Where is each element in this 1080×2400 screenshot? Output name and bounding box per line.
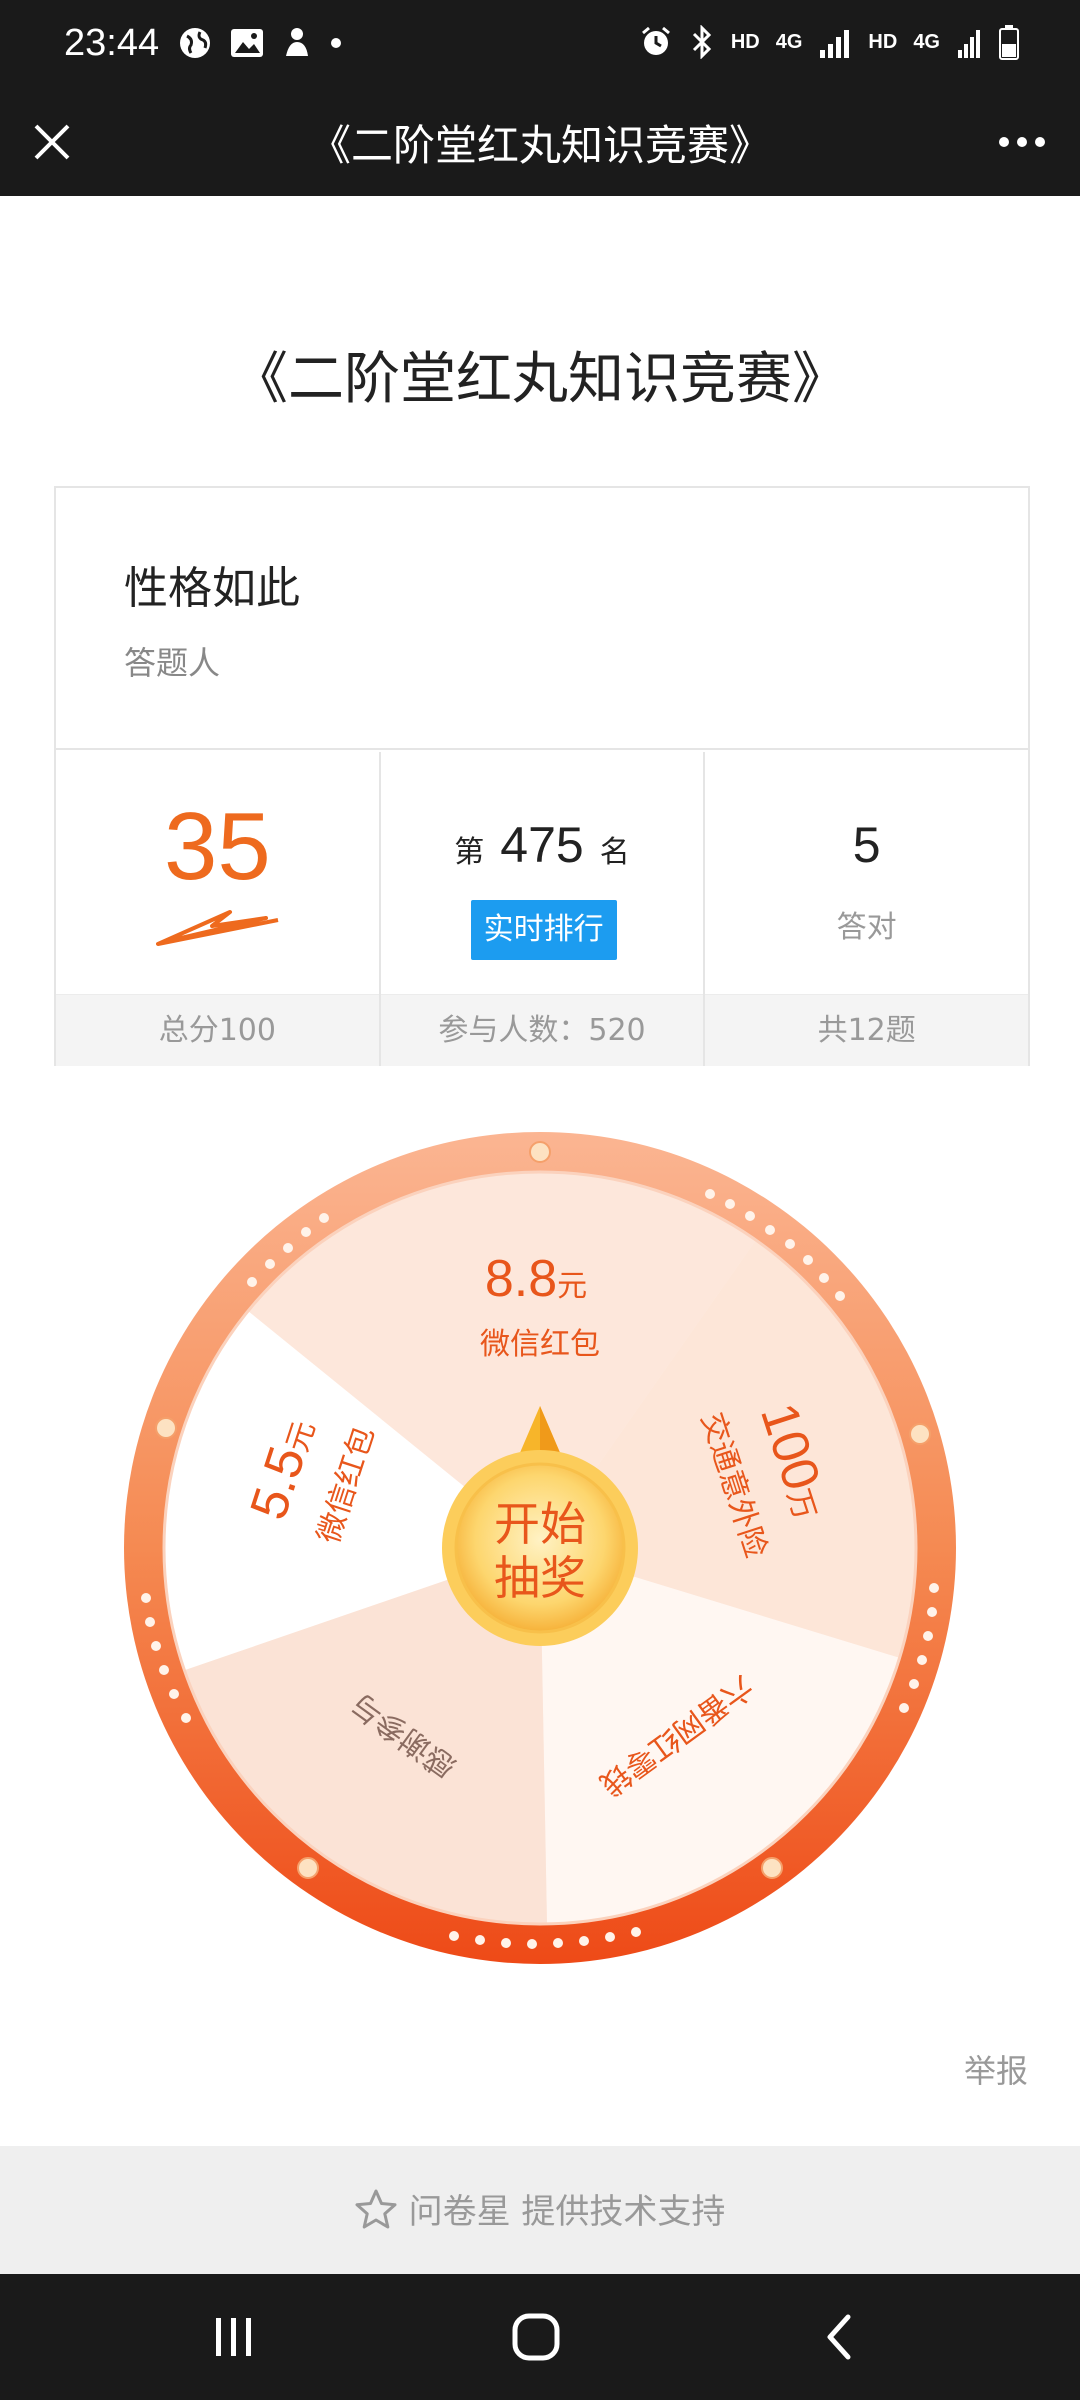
correct-label: 答对 — [836, 910, 897, 945]
recents-button[interactable] — [194, 2304, 274, 2370]
status-left-icons — [178, 26, 342, 60]
rank-prefix: 第 — [454, 835, 485, 870]
page-title: 《二阶堂红丸知识竞赛》 — [308, 121, 771, 170]
recents-icon — [216, 2318, 251, 2356]
home-icon — [512, 2313, 560, 2361]
signal-icon — [958, 30, 980, 58]
title-bar: 《二阶堂红丸知识竞赛》 — [0, 90, 1080, 196]
respondent-role: 答题人 — [124, 644, 221, 682]
network-label-4: 4G — [913, 30, 940, 53]
prize-amount-value: 8.8 — [485, 1250, 557, 1308]
battery-icon — [999, 25, 1019, 60]
respondent-info: 性格如此 答题人 — [56, 488, 1028, 750]
start-button-label-1: 开始 — [494, 1497, 586, 1551]
home-button[interactable] — [496, 2304, 576, 2370]
prize-amount-unit: 元 — [557, 1270, 587, 1303]
result-card: 性格如此 答题人 35 总分100 第 475 名 实时排行 参与人数：520 5 … — [54, 486, 1030, 1066]
prize-label-8-8: 微信红包 — [480, 1327, 600, 1362]
support-footer: 问卷星 提供技术支持 — [0, 2146, 1080, 2274]
start-draw-button[interactable]: 开始 抽奖 — [440, 1448, 640, 1648]
score-total: 总分100 — [56, 994, 379, 1066]
status-right: HD 4G HD 4G — [639, 24, 1020, 60]
participants-count: 参与人数：520 — [380, 994, 704, 1066]
network-label-2: 4G — [775, 30, 803, 53]
rank-suffix: 名 — [599, 835, 630, 870]
realtime-ranking-button[interactable]: 实时排行 — [470, 900, 617, 960]
image-icon — [231, 29, 263, 57]
score-column: 35 总分100 — [56, 752, 381, 1066]
quiz-title: 《二阶堂红丸知识竞赛》 — [232, 347, 848, 412]
total-questions: 共12题 — [705, 994, 1029, 1066]
support-inner[interactable]: 问卷星 提供技术支持 — [0, 2184, 1080, 2233]
status-bar: 23:44 HD 4G HD 4G — [0, 0, 1080, 90]
bluetooth-icon — [692, 25, 711, 59]
report-link[interactable]: 举报 — [964, 2046, 1028, 2092]
rank-column: 第 475 名 实时排行 参与人数：520 — [380, 752, 706, 1066]
star-icon — [355, 2189, 397, 2228]
app-icon — [286, 28, 308, 56]
back-button[interactable] — [800, 2304, 880, 2370]
network-label-1: HD — [730, 30, 760, 53]
status-time: 23:44 — [64, 22, 160, 64]
start-button-label-2: 抽奖 — [494, 1551, 586, 1605]
respondent-name: 性格如此 — [124, 563, 300, 614]
network-label-3: HD — [868, 30, 898, 53]
back-icon — [827, 2314, 851, 2360]
system-nav-bar — [0, 2274, 1080, 2400]
score-underline-icon — [156, 910, 279, 946]
correct-count: 5 — [852, 817, 881, 873]
support-text: 问卷星 提供技术支持 — [408, 2192, 726, 2232]
dot-icon — [331, 38, 341, 48]
correct-column: 5 答对 共12题 — [705, 752, 1029, 1066]
rank-line: 第 475 名 — [381, 816, 704, 874]
score-value: 35 — [163, 793, 271, 900]
rank-value: 475 — [500, 817, 584, 873]
signal-icon — [820, 30, 850, 58]
more-button[interactable] — [990, 116, 1054, 168]
more-icon — [999, 137, 1045, 147]
stats-row: 35 总分100 第 475 名 实时排行 参与人数：520 5 答对 共12题 — [56, 752, 1029, 1066]
globe-icon — [180, 28, 210, 58]
alarm-icon — [641, 26, 670, 55]
